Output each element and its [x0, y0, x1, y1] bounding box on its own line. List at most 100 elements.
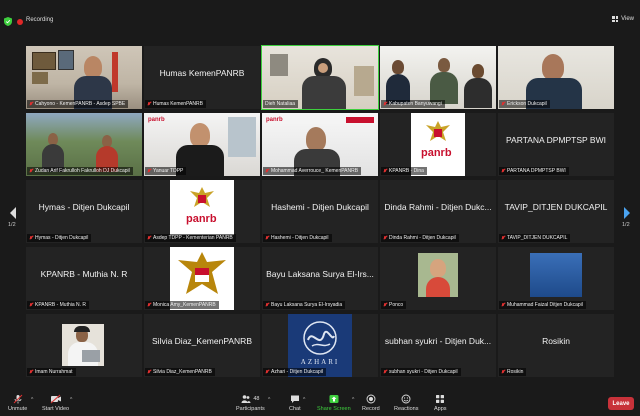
panrb-logo: panrb — [421, 147, 452, 159]
muted-mic-icon — [265, 168, 269, 174]
participant-name-caption: Monica Amy_KemenPANRB — [145, 301, 219, 309]
muted-mic-icon — [29, 101, 33, 107]
participant-profile-image — [418, 253, 458, 297]
participant-tile[interactable]: Hymas - Ditjen Dukcapil Hymas - Ditjen D… — [26, 180, 142, 243]
participant-profile-image — [62, 324, 104, 366]
participant-name-caption: PARTANA DPMPTSP BWI — [499, 167, 569, 175]
calligraphy-emblem-icon — [303, 321, 337, 355]
page-indicator-left: 1/2 — [8, 222, 16, 228]
panrb-logo: panrb — [148, 117, 165, 123]
view-button[interactable]: View — [612, 16, 634, 22]
participant-tile[interactable]: Hashemi - Ditjen Dukcapil Hashemi - Ditj… — [262, 180, 378, 243]
participant-tile[interactable]: Rosikin Rosikin — [498, 314, 614, 377]
video-off-icon — [50, 394, 61, 404]
participant-name-caption: Dieh Nataliaa — [263, 100, 299, 108]
participant-name-caption: Ponco — [381, 301, 407, 309]
participant-tile[interactable]: Kabupaten Banyuwangi — [380, 46, 496, 109]
participants-count: 48 — [253, 396, 260, 402]
unmute-label: Unmute — [8, 406, 28, 412]
participant-name: Bayu Laksana Surya El-Irs... — [266, 269, 374, 279]
chat-bubble-icon — [290, 395, 299, 403]
participant-tile[interactable]: panrb Yanuar TDPP — [144, 113, 260, 176]
participant-tile[interactable]: AZHARI Azhari - Ditjen Dukcapil — [262, 314, 378, 377]
record-label: Record — [362, 406, 380, 412]
muted-mic-icon — [29, 302, 33, 308]
garuda-emblem-icon — [190, 187, 214, 207]
smiley-icon — [401, 394, 411, 404]
participant-name-caption: Muhammad Faizal Ditjen Dukcapil — [499, 301, 586, 309]
previous-page-arrow-icon[interactable] — [8, 206, 18, 220]
muted-mic-icon — [383, 235, 387, 241]
participant-tile[interactable]: Humas KemenPANRB Humas KemenPANRB — [144, 46, 260, 109]
muted-mic-icon — [265, 369, 269, 375]
muted-mic-icon — [501, 168, 505, 174]
share-options-caret-icon[interactable]: ^ — [352, 397, 354, 403]
reactions-label: Reactions — [394, 406, 419, 412]
meeting-toolbar: Unmute ^ Start Video ^ 48 Participants ^ — [0, 392, 640, 416]
garuda-emblem-icon — [426, 121, 450, 141]
azhari-logo-text: AZHARI — [300, 358, 340, 366]
muted-mic-icon — [29, 168, 33, 174]
panrb-logo: panrb — [186, 213, 217, 225]
apps-grid-icon — [436, 395, 445, 403]
muted-mic-icon — [29, 235, 33, 241]
participant-name-caption: Silvia Diaz_KemenPANRB — [145, 368, 215, 376]
muted-microphone-icon — [13, 394, 22, 404]
participant-tile[interactable]: KPANRB - Muthia N. R KPANRB - Muthia N. … — [26, 247, 142, 310]
participants-options-caret-icon[interactable]: ^ — [268, 397, 270, 403]
participant-tile[interactable]: Bayu Laksana Surya El-Irs... Bayu Laksan… — [262, 247, 378, 310]
muted-mic-icon — [147, 302, 151, 308]
participant-tile[interactable]: PARTANA DPMPTSP BWI PARTANA DPMPTSP BWI — [498, 113, 614, 176]
leave-button[interactable]: Leave — [608, 397, 634, 410]
participant-name-caption: Hashemi - Ditjen Dukcapil — [263, 234, 332, 242]
panrb-logo: panrb — [266, 117, 283, 123]
participant-tile[interactable]: Dinda Rahmi - Ditjen Dukc... Dinda Rahmi… — [380, 180, 496, 243]
participant-tile[interactable]: subhan syukri - Ditjen Duk... subhan syu… — [380, 314, 496, 377]
start-video-button[interactable]: Start Video — [42, 394, 69, 412]
next-page-arrow-icon[interactable] — [622, 206, 632, 220]
recording-label: Recording — [26, 17, 54, 23]
participant-tile[interactable]: Muhammad Faizal Ditjen Dukcapil — [498, 247, 614, 310]
participant-name: Silvia Diaz_KemenPANRB — [152, 336, 252, 346]
participant-name: Humas KemenPANRB — [159, 68, 245, 78]
participant-tile[interactable]: Imam Nurrahmat — [26, 314, 142, 377]
participant-tile[interactable]: panrb Asdep TDPP - Kementerian PANRB — [144, 180, 260, 243]
participant-tile[interactable]: panrb KPANRB - Dina — [380, 113, 496, 176]
start-video-label: Start Video — [42, 406, 70, 412]
muted-mic-icon — [383, 369, 387, 375]
participant-name-caption: KPANRB - Muthia N. R — [27, 301, 90, 309]
participant-grid: Cahyono - KemenPANRB - Asdep SPBE Humas … — [26, 45, 614, 382]
video-options-caret-icon[interactable]: ^ — [70, 397, 72, 403]
participant-name-caption: Cahyono - KemenPANRB - Asdep SPBE — [27, 100, 129, 108]
muted-mic-icon — [383, 101, 387, 107]
chat-options-caret-icon[interactable]: ^ — [303, 397, 305, 403]
participant-tile[interactable]: TAVIP_DITJEN DUKCAPIL TAVIP_DITJEN DUKCA… — [498, 180, 614, 243]
security-shield-icon[interactable] — [4, 17, 12, 26]
participant-tile[interactable]: Zudan Arif Fakrulloh Fakrulloh DJ Dukcap… — [26, 113, 142, 176]
participant-tile[interactable]: Monica Amy_KemenPANRB — [144, 247, 260, 310]
apps-label: Apps — [434, 406, 447, 412]
participant-name-caption: Azhari - Ditjen Dukcapil — [263, 368, 326, 376]
share-screen-button[interactable]: Share Screen — [317, 394, 351, 412]
participant-name-caption: Dinda Rahmi - Ditjen Dukcapil — [381, 234, 459, 242]
participant-tile[interactable]: Erickson Dukcapil — [498, 46, 614, 109]
participant-tile[interactable]: Cahyono - KemenPANRB - Asdep SPBE — [26, 46, 142, 109]
participant-tile[interactable]: panrb Mohammad Averrouce_ KemenPANRB — [262, 113, 378, 176]
participant-tile[interactable]: Silvia Diaz_KemenPANRB Silvia Diaz_Kemen… — [144, 314, 260, 377]
chat-button[interactable]: Chat — [289, 394, 301, 412]
view-label: View — [621, 16, 634, 22]
unmute-button[interactable]: Unmute — [8, 394, 27, 412]
share-screen-label: Share Screen — [317, 406, 351, 412]
record-button[interactable]: Record — [362, 394, 380, 412]
active-speaker-tile[interactable]: Dieh Nataliaa — [261, 45, 379, 110]
participant-name: subhan syukri - Ditjen Duk... — [384, 336, 492, 346]
muted-mic-icon — [265, 302, 269, 308]
participant-name: TAVIP_DITJEN DUKCAPIL — [504, 202, 608, 212]
reactions-button[interactable]: Reactions — [394, 394, 418, 412]
audio-options-caret-icon[interactable]: ^ — [31, 397, 33, 403]
participant-tile[interactable]: Ponco — [380, 247, 496, 310]
participants-button[interactable]: 48 Participants — [236, 394, 265, 412]
participant-name-caption: Mohammad Averrouce_ KemenPANRB — [263, 167, 362, 175]
participant-name-caption: Rosikin — [499, 368, 527, 376]
apps-button[interactable]: Apps — [434, 394, 447, 412]
